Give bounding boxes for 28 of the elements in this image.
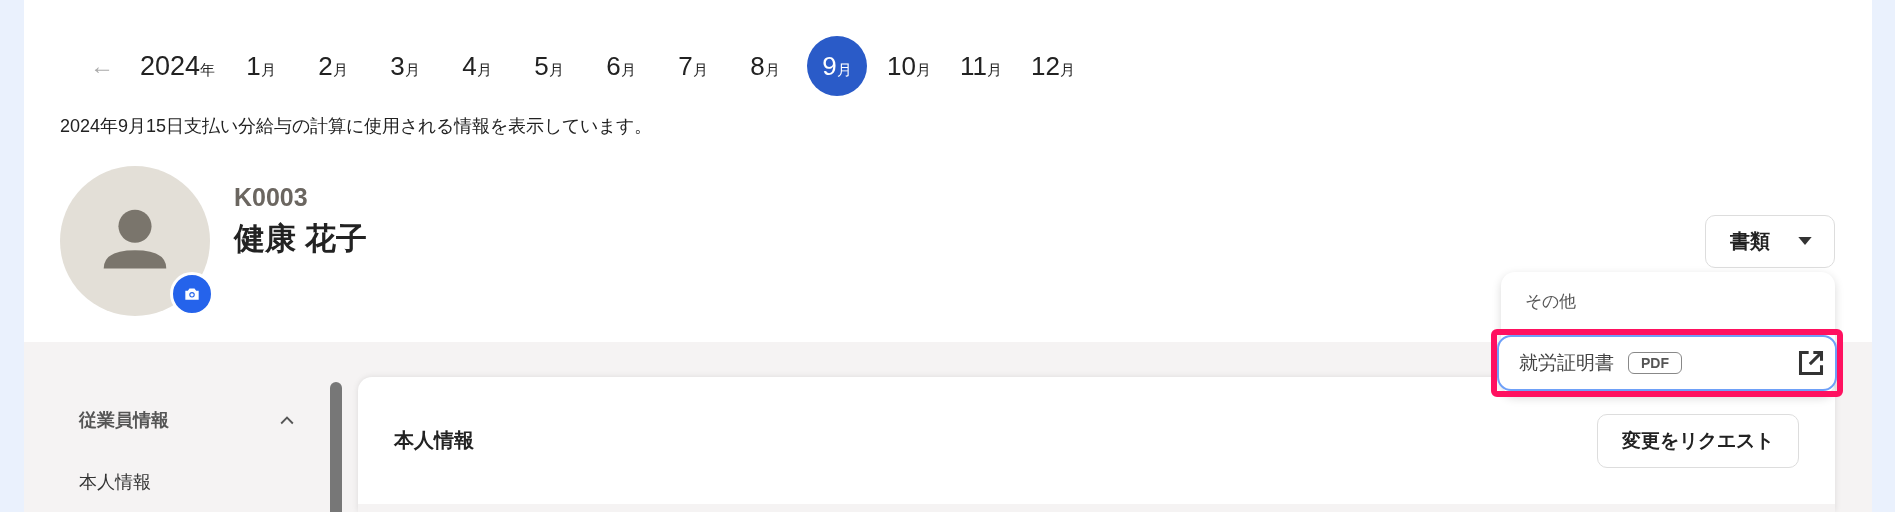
month-tab[interactable]: 10月 — [879, 36, 940, 96]
month-tab[interactable]: 12月 — [1023, 36, 1084, 96]
month-tab[interactable]: 5月 — [519, 36, 580, 96]
menu-item-label: 就労証明書 — [1519, 351, 1614, 375]
month-tab[interactable]: 4月 — [447, 36, 508, 96]
employee-name: 健康 花子 — [234, 219, 367, 258]
month-tab[interactable]: 6月 — [591, 36, 652, 96]
card-title: 本人情報 — [394, 428, 474, 453]
month-tab[interactable]: 8月 — [735, 36, 796, 96]
caret-icon — [1798, 237, 1812, 245]
menu-header: その他 — [1524, 291, 1577, 313]
employee-code: K0003 — [234, 182, 309, 212]
month-tab[interactable]: 3月 — [375, 36, 436, 96]
request-change-button[interactable]: 変更をリクエスト — [1597, 413, 1799, 468]
month-tab[interactable]: 9月 — [807, 36, 868, 96]
month-tab[interactable]: 2月 — [303, 36, 364, 96]
notice-text: 2024年9月15日支払い分給与の計算に使用される情報を表示しています。 — [60, 115, 654, 138]
month-tab[interactable]: 11月 — [951, 36, 1012, 96]
chevron-icon[interactable] — [280, 415, 294, 425]
sidebar-item[interactable]: 本人情報 — [79, 470, 294, 494]
file-type-tag: PDF — [1628, 352, 1682, 374]
year-label: 2024年 — [140, 50, 216, 82]
external-link-icon[interactable] — [1797, 349, 1825, 377]
documents-dropdown[interactable]: 書類 — [1705, 214, 1835, 268]
menu-item[interactable]: 就労証明書 PDF — [1497, 335, 1837, 391]
month-tab[interactable]: 1月 — [231, 36, 292, 96]
sidebar-section[interactable]: 従業員情報 — [79, 408, 169, 432]
month-tab[interactable]: 7月 — [663, 36, 724, 96]
